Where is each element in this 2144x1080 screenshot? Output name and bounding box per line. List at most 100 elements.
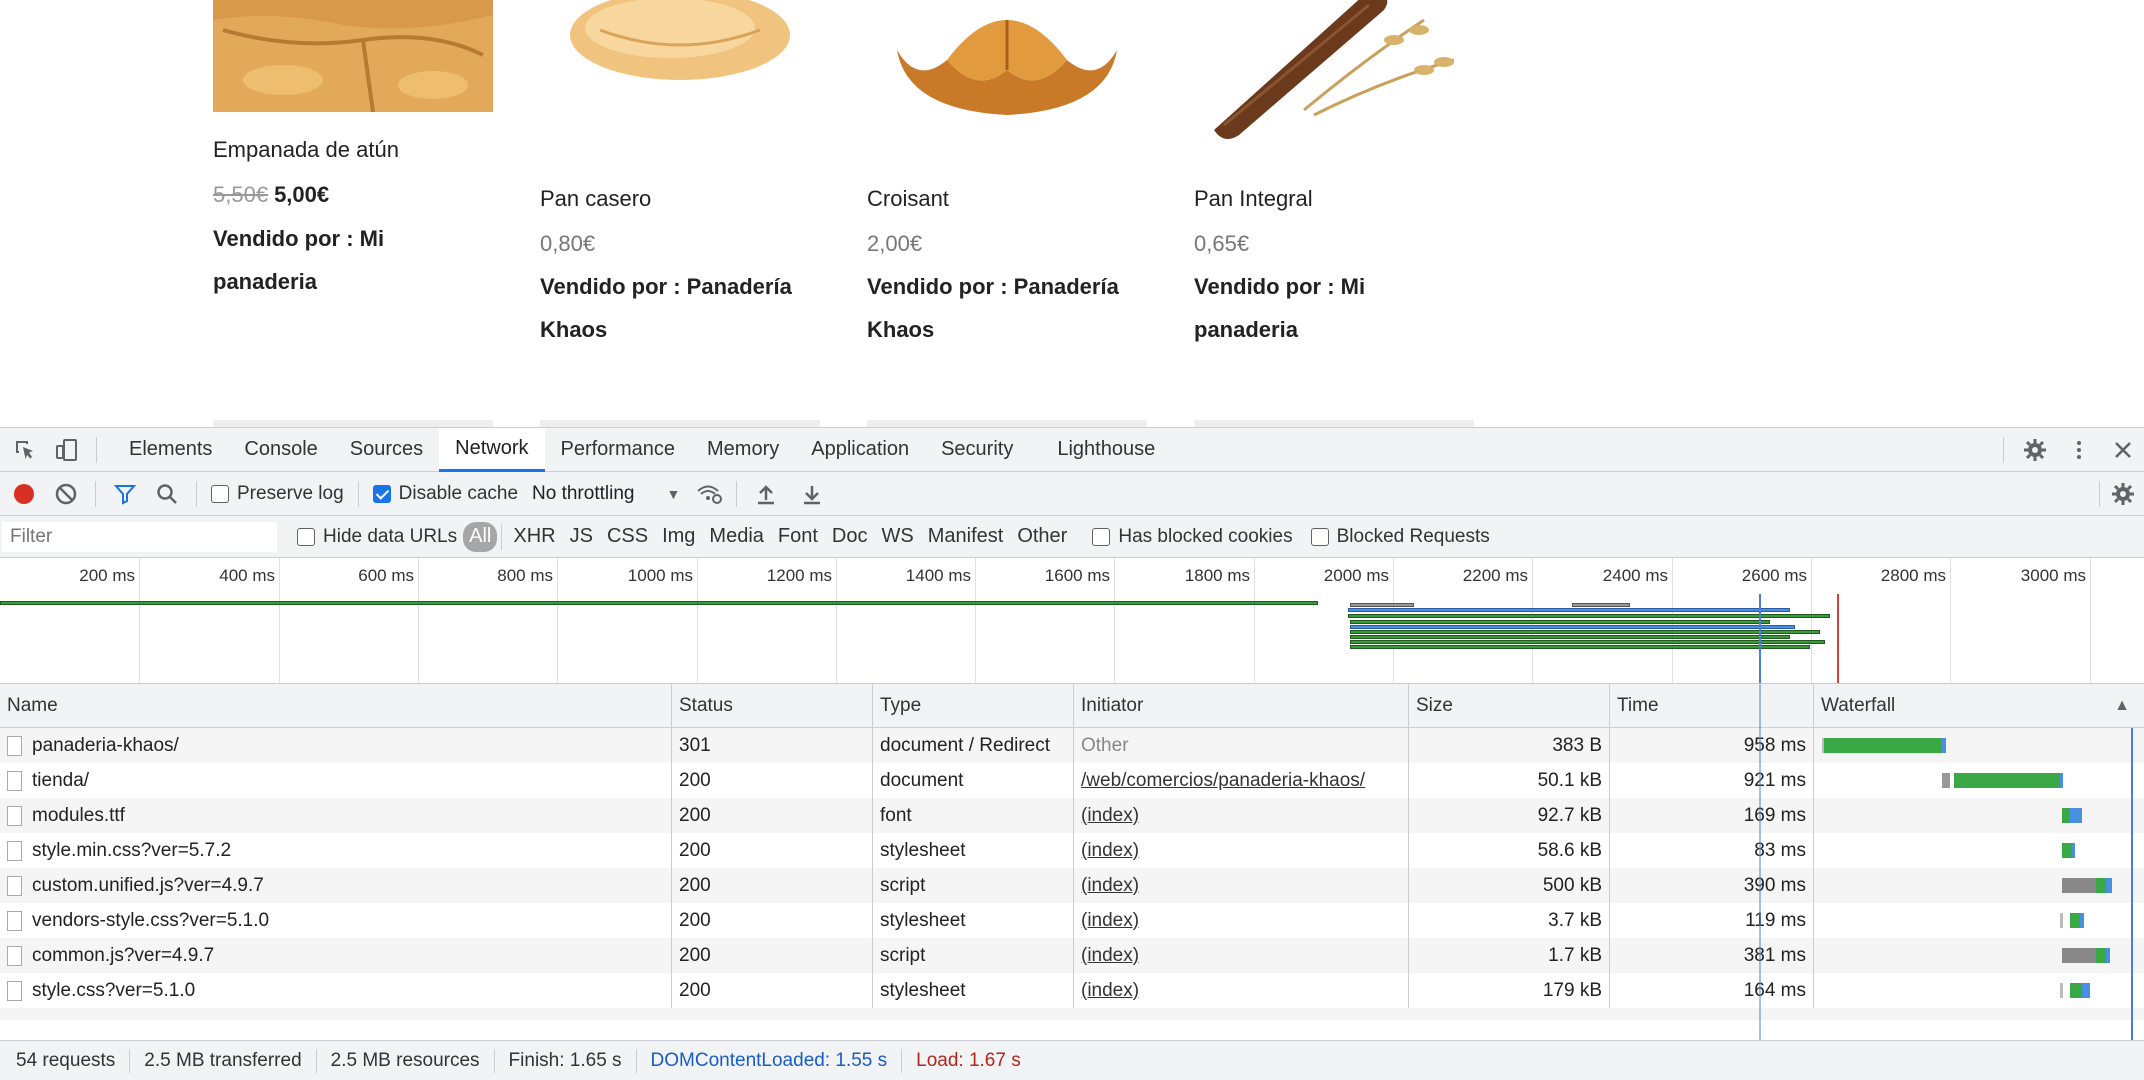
request-initiator[interactable]: (index) [1074,833,1409,868]
disable-cache-checkbox[interactable]: Disable cache [372,483,518,505]
filter-img[interactable]: Img [655,522,702,552]
product-title[interactable]: Pan Integral [1194,186,1313,212]
preserve-log-checkbox[interactable]: Preserve log [211,483,344,505]
request-name-cell[interactable]: panaderia-khaos/ [0,728,672,763]
tab-security[interactable]: Security [925,428,1029,472]
request-name-cell[interactable]: tienda/ [0,763,672,798]
table-row[interactable]: panaderia-khaos/301 document / Redirect Ot… [0,728,2144,763]
table-row[interactable]: custom.unified.js?ver=4.9.7 200 script (ind… [0,868,2144,903]
request-status: 200 [672,763,873,798]
filter-font[interactable]: Font [771,522,825,552]
request-name-cell[interactable]: custom.unified.js?ver=4.9.7 [0,868,672,903]
request-initiator[interactable]: (index) [1074,938,1409,973]
table-row[interactable]: modules.ttf 200 font (index) 92.7 kB 169 ms [0,798,2144,833]
table-row[interactable]: style.css?ver=5.1.0 200 stylesheet (index) 1… [0,973,2144,1008]
filter-all[interactable]: All [463,521,498,552]
checkbox-checked[interactable] [372,484,391,503]
has-blocked-cookies-checkbox[interactable]: Has blocked cookies [1092,526,1293,548]
request-name-cell[interactable]: modules.ttf [0,798,672,833]
request-name-cell[interactable]: style.css?ver=5.1.0 [0,973,672,1008]
column-time[interactable]: Time [1610,684,1814,728]
filter-js[interactable]: JS [563,522,600,552]
request-initiator[interactable]: /web/comercios/panaderia-khaos/ [1074,763,1409,798]
tab-elements[interactable]: Elements [113,428,228,472]
product-title[interactable]: Croisant [867,186,949,212]
request-waterfall[interactable] [1814,903,2144,938]
request-waterfall[interactable] [1814,763,2144,798]
document-icon [7,945,22,966]
hide-data-urls-checkbox[interactable]: Hide data URLs [297,526,457,548]
request-waterfall[interactable] [1814,728,2144,763]
request-waterfall[interactable] [1814,868,2144,903]
checkbox[interactable] [1092,527,1111,546]
filter-media[interactable]: Media [702,522,770,552]
request-initiator[interactable]: (index) [1074,973,1409,1008]
record-icon[interactable] [9,479,39,509]
search-icon[interactable] [152,479,182,509]
timeline-tick-label: 2600 ms [1741,566,1807,585]
filter-css[interactable]: CSS [600,522,655,552]
filter-manifest[interactable]: Manifest [921,522,1011,552]
device-toolbar-icon[interactable] [52,435,82,465]
table-row[interactable]: tienda/200 document/web/comercios/panader… [0,763,2144,798]
product-image-pan-casero[interactable] [540,0,820,150]
request-waterfall[interactable] [1814,973,2144,1008]
network-settings-gear-icon[interactable] [2108,479,2138,509]
close-icon[interactable] [2108,435,2138,465]
checkbox[interactable] [297,527,315,546]
table-row[interactable]: style.min.css?ver=5.7.2 200 stylesheet (ind… [0,833,2144,868]
request-name-cell[interactable]: style.min.css?ver=5.7.2 [0,833,672,868]
request-initiator[interactable]: (index) [1074,868,1409,903]
request-waterfall[interactable] [1814,938,2144,973]
tab-sources[interactable]: Sources [334,428,439,472]
request-name-cell[interactable]: common.js?ver=4.9.7 [0,938,672,973]
timeline-tick-label: 2400 ms [1602,566,1668,585]
tab-network[interactable]: Network [439,427,545,472]
filter-xhr[interactable]: XHR [506,522,562,552]
request-initiator[interactable]: (index) [1074,798,1409,833]
filter-doc[interactable]: Doc [825,522,875,552]
sort-ascending-icon[interactable]: ▲ [2114,697,2130,715]
tab-application[interactable]: Application [795,428,925,472]
settings-gear-icon[interactable] [2020,435,2050,465]
network-overview-timeline[interactable]: 200 ms 400 ms 600 ms 800 ms 1000 ms 1200 ms 14… [0,558,2144,684]
tab-performance[interactable]: Performance [545,428,692,472]
blocked-requests-checkbox[interactable]: Blocked Requests [1310,526,1490,548]
request-waterfall[interactable] [1814,833,2144,868]
network-conditions-icon[interactable] [694,479,724,509]
clear-icon[interactable] [51,479,81,509]
tab-lighthouse[interactable]: Lighthouse [1041,428,1171,472]
column-waterfall[interactable]: Waterfall ▲ [1814,684,2144,728]
throttling-select[interactable]: No throttling ▼ [532,483,680,505]
product-image-croisant[interactable] [867,0,1147,150]
import-har-icon[interactable] [751,479,781,509]
filter-icon[interactable] [110,479,140,509]
column-status[interactable]: Status [672,684,873,728]
checkbox[interactable] [1310,527,1329,546]
table-row[interactable]: common.js?ver=4.9.7 200 script (index) 1.7 k… [0,938,2144,973]
export-har-icon[interactable] [797,479,827,509]
filter-input[interactable] [2,521,277,552]
request-initiator[interactable]: (index) [1074,903,1409,938]
column-size[interactable]: Size [1409,684,1610,728]
more-options-icon[interactable] [2064,435,2094,465]
product-image-empanada[interactable] [213,0,493,112]
filter-other[interactable]: Other [1010,522,1074,552]
filter-ws[interactable]: WS [875,522,921,552]
product-title[interactable]: Pan casero [540,186,651,212]
checkbox[interactable] [211,484,229,503]
column-type[interactable]: Type [873,684,1074,728]
request-name-cell[interactable]: vendors-style.css?ver=5.1.0 [0,903,672,938]
product-title[interactable]: Empanada de atún [213,137,399,163]
tab-memory[interactable]: Memory [691,428,795,472]
column-name[interactable]: Name [0,684,672,728]
inspect-element-icon[interactable] [10,435,40,465]
product-image-pan-integral[interactable] [1194,0,1474,150]
request-name: panaderia-khaos/ [32,734,179,756]
request-waterfall[interactable] [1814,798,2144,833]
waterfall-bar [2106,878,2112,893]
waterfall-bar [2070,913,2080,928]
column-initiator[interactable]: Initiator [1074,684,1409,728]
tab-console[interactable]: Console [228,428,333,472]
table-row[interactable]: vendors-style.css?ver=5.1.0 200 stylesheet… [0,903,2144,938]
